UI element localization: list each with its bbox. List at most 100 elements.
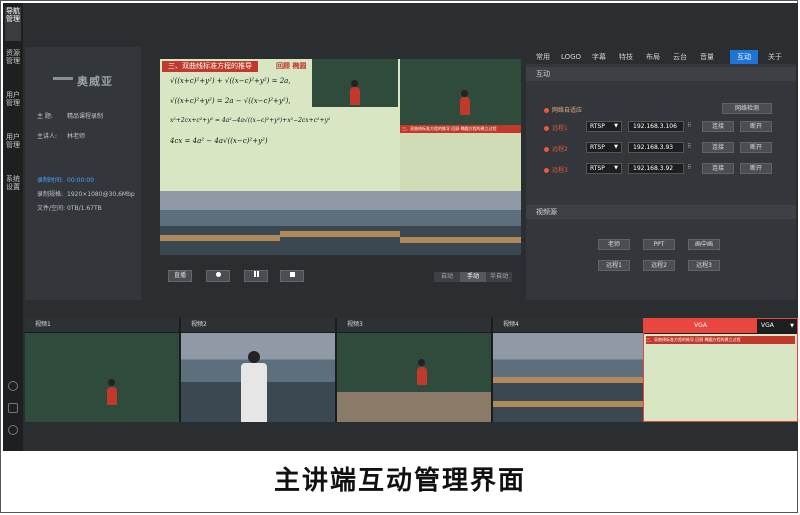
nav-item-users[interactable]: 用户管理: [5, 91, 21, 125]
video-tile-1[interactable]: 视频1: [25, 318, 179, 422]
equation-4: 4cx = 4a² − 4a√((x−c)²+y²): [170, 137, 268, 145]
vga-select[interactable]: VGA ▼: [757, 319, 797, 333]
teacher-pip: [312, 59, 398, 107]
remote3-connect-button[interactable]: 连接: [702, 163, 734, 174]
pip-ppt-thumb: 三、双曲线标准方程的推导 回顾 椭圆方程的建立过程: [400, 125, 521, 191]
radio-icon: [544, 168, 549, 173]
tab-effects[interactable]: 特技: [615, 50, 637, 64]
stop-button[interactable]: [280, 270, 304, 282]
video-tile-label: VGA: [644, 319, 757, 333]
source-remote3-button[interactable]: 远程3: [688, 260, 720, 271]
video-source-title: 视频源: [526, 205, 796, 219]
equation-3: x²+2cx+c²+y² = 4a²−4a√((x−c)²+y²)+x²−2cx…: [170, 117, 331, 124]
pip-ppt-title: 三、双曲线标准方程的推导 回顾 椭圆方程的建立过程: [400, 125, 521, 133]
source-teacher-button[interactable]: 老师: [598, 239, 630, 250]
nav-item-guide[interactable]: 导航管理: [5, 7, 21, 41]
teacher-head-2: [461, 90, 468, 97]
pause-icon: [253, 271, 259, 277]
class-camera-3: [400, 191, 521, 255]
remote3-option[interactable]: 远程3: [544, 165, 568, 174]
keypad-icon[interactable]: ⠿: [687, 163, 697, 172]
tab-bar: 常用 LOGO 字幕 特技 布局 云台 音量 互动 关于: [526, 47, 796, 64]
remote2-ip-input[interactable]: 192.168.3.93: [628, 142, 684, 153]
vga-slide-title: 三、双曲线标准方程的推导 回顾 椭圆方程的建立过程: [646, 336, 795, 344]
video-tile-label: 视频2: [181, 318, 335, 332]
remote2-connect-button[interactable]: 连接: [702, 142, 734, 153]
video-tile-4[interactable]: 视频4: [493, 318, 643, 422]
teacher-head: [108, 379, 115, 386]
remote1-disconnect-button[interactable]: 断开: [740, 121, 772, 132]
mode-semi-auto[interactable]: 半自动: [486, 272, 512, 282]
left-navigation: 导航管理 资源管理 用户管理 用户管理 系统设置: [3, 3, 23, 451]
tab-logo[interactable]: LOGO: [558, 50, 584, 64]
radio-icon: [544, 147, 549, 152]
app-window: 导航管理 资源管理 用户管理 用户管理 系统设置 奥威亚 主 题: 精品课程录制 …: [3, 3, 798, 451]
user-icon[interactable]: [8, 381, 18, 391]
brand-logo: 奥威亚: [53, 73, 113, 89]
tab-about[interactable]: 关于: [764, 50, 786, 64]
nav-item-users-2[interactable]: 用户管理: [5, 133, 21, 167]
tab-layout[interactable]: 布局: [642, 50, 664, 64]
ppt-slide: 三、双曲线标准方程的推导 回顾 椭圆 √((x+c)²+y²) + √((x−c…: [160, 59, 400, 191]
record-spec-row: 录制规格: 1920×1080@30,6Mbp: [37, 191, 135, 198]
course-info-panel: 奥威亚 主 题: 精品课程录制 主讲人: 林老师 录制时间: 00:00:00 录制规…: [25, 47, 141, 300]
keypad-icon[interactable]: ⠿: [687, 142, 697, 151]
tab-ptz[interactable]: 云台: [669, 50, 691, 64]
radio-icon: [544, 126, 549, 131]
mode-manual[interactable]: 手动: [460, 272, 486, 282]
remote1-ip-input[interactable]: 192.168.3.106: [628, 121, 684, 132]
slide-title: 三、双曲线标准方程的推导: [162, 61, 258, 72]
source-pip-button[interactable]: 画中画: [688, 239, 720, 250]
equation-2: √((x+c)²+y²) = 2a − √((x−c)²+y²),: [170, 97, 291, 105]
pause-button[interactable]: [244, 270, 268, 282]
video-feed: [181, 333, 335, 422]
logout-icon[interactable]: [8, 403, 18, 413]
video-tile-label: 视频1: [25, 318, 179, 332]
topic-row: 主 题: 精品课程录制: [37, 113, 104, 120]
remote3-ip-input[interactable]: 192.168.3.92: [628, 163, 684, 174]
video-feed: [337, 333, 491, 422]
mode-auto[interactable]: 自动: [434, 272, 460, 282]
remote2-protocol-select[interactable]: RTSP ▼: [586, 142, 622, 153]
record-button[interactable]: [206, 270, 230, 282]
student-head: [248, 351, 260, 363]
remote3-protocol-select[interactable]: RTSP ▼: [586, 163, 622, 174]
network-test-button[interactable]: 网络检测: [722, 103, 772, 114]
teacher-figure-2: [460, 97, 470, 115]
remote2-disconnect-button[interactable]: 断开: [740, 142, 772, 153]
network-adaptive-option[interactable]: 网络自适应: [544, 105, 582, 114]
figure-frame: 导航管理 资源管理 用户管理 用户管理 系统设置 奥威亚 主 题: 精品课程录制 …: [0, 0, 798, 513]
video-tile-3[interactable]: 视频3: [337, 318, 491, 422]
live-button[interactable]: 直播: [168, 270, 192, 282]
keypad-icon[interactable]: ⠿: [687, 121, 697, 130]
video-feed: [493, 333, 643, 422]
source-ppt-button[interactable]: PPT: [643, 239, 675, 250]
video-strip: 视频1 视频2 视频3 视频4 VGA VGA ▼ 三、双曲线标准方程的推导 回…: [25, 318, 798, 422]
source-remote2-button[interactable]: 远程2: [643, 260, 675, 271]
tab-interact[interactable]: 互动: [730, 50, 758, 64]
slide-tag: 回顾 椭圆: [276, 62, 307, 70]
video-tile-vga[interactable]: VGA VGA ▼ 三、双曲线标准方程的推导 回顾 椭圆方程的建立过程: [643, 318, 798, 422]
record-control-bar: 直播 自动 手动 半自动: [160, 265, 521, 287]
remote1-protocol-select[interactable]: RTSP ▼: [586, 121, 622, 132]
class-camera-1: [160, 191, 280, 255]
storage-row: 文件/空间: 0TB/1.67TB: [37, 205, 102, 212]
tab-subtitle[interactable]: 字幕: [588, 50, 610, 64]
remote1-connect-button[interactable]: 连接: [702, 121, 734, 132]
remote1-option[interactable]: 远程1: [544, 123, 568, 132]
tab-volume[interactable]: 音量: [696, 50, 718, 64]
video-feed: [25, 333, 179, 422]
settings-panel: 常用 LOGO 字幕 特技 布局 云台 音量 互动 关于 互动 网络自适应 网络…: [526, 47, 796, 300]
tab-common[interactable]: 常用: [532, 50, 554, 64]
nav-item-settings[interactable]: 系统设置: [5, 175, 21, 209]
power-icon[interactable]: [8, 425, 18, 435]
remote2-option[interactable]: 远程2: [544, 144, 568, 153]
teacher-camera: [400, 59, 521, 125]
video-tile-2[interactable]: 视频2: [181, 318, 335, 422]
record-icon: [215, 272, 221, 277]
remote3-disconnect-button[interactable]: 断开: [740, 163, 772, 174]
nav-item-resources[interactable]: 资源管理: [5, 49, 21, 83]
source-remote1-button[interactable]: 远程1: [598, 260, 630, 271]
video-tile-label: 视频3: [337, 318, 491, 332]
stop-icon: [289, 272, 295, 277]
